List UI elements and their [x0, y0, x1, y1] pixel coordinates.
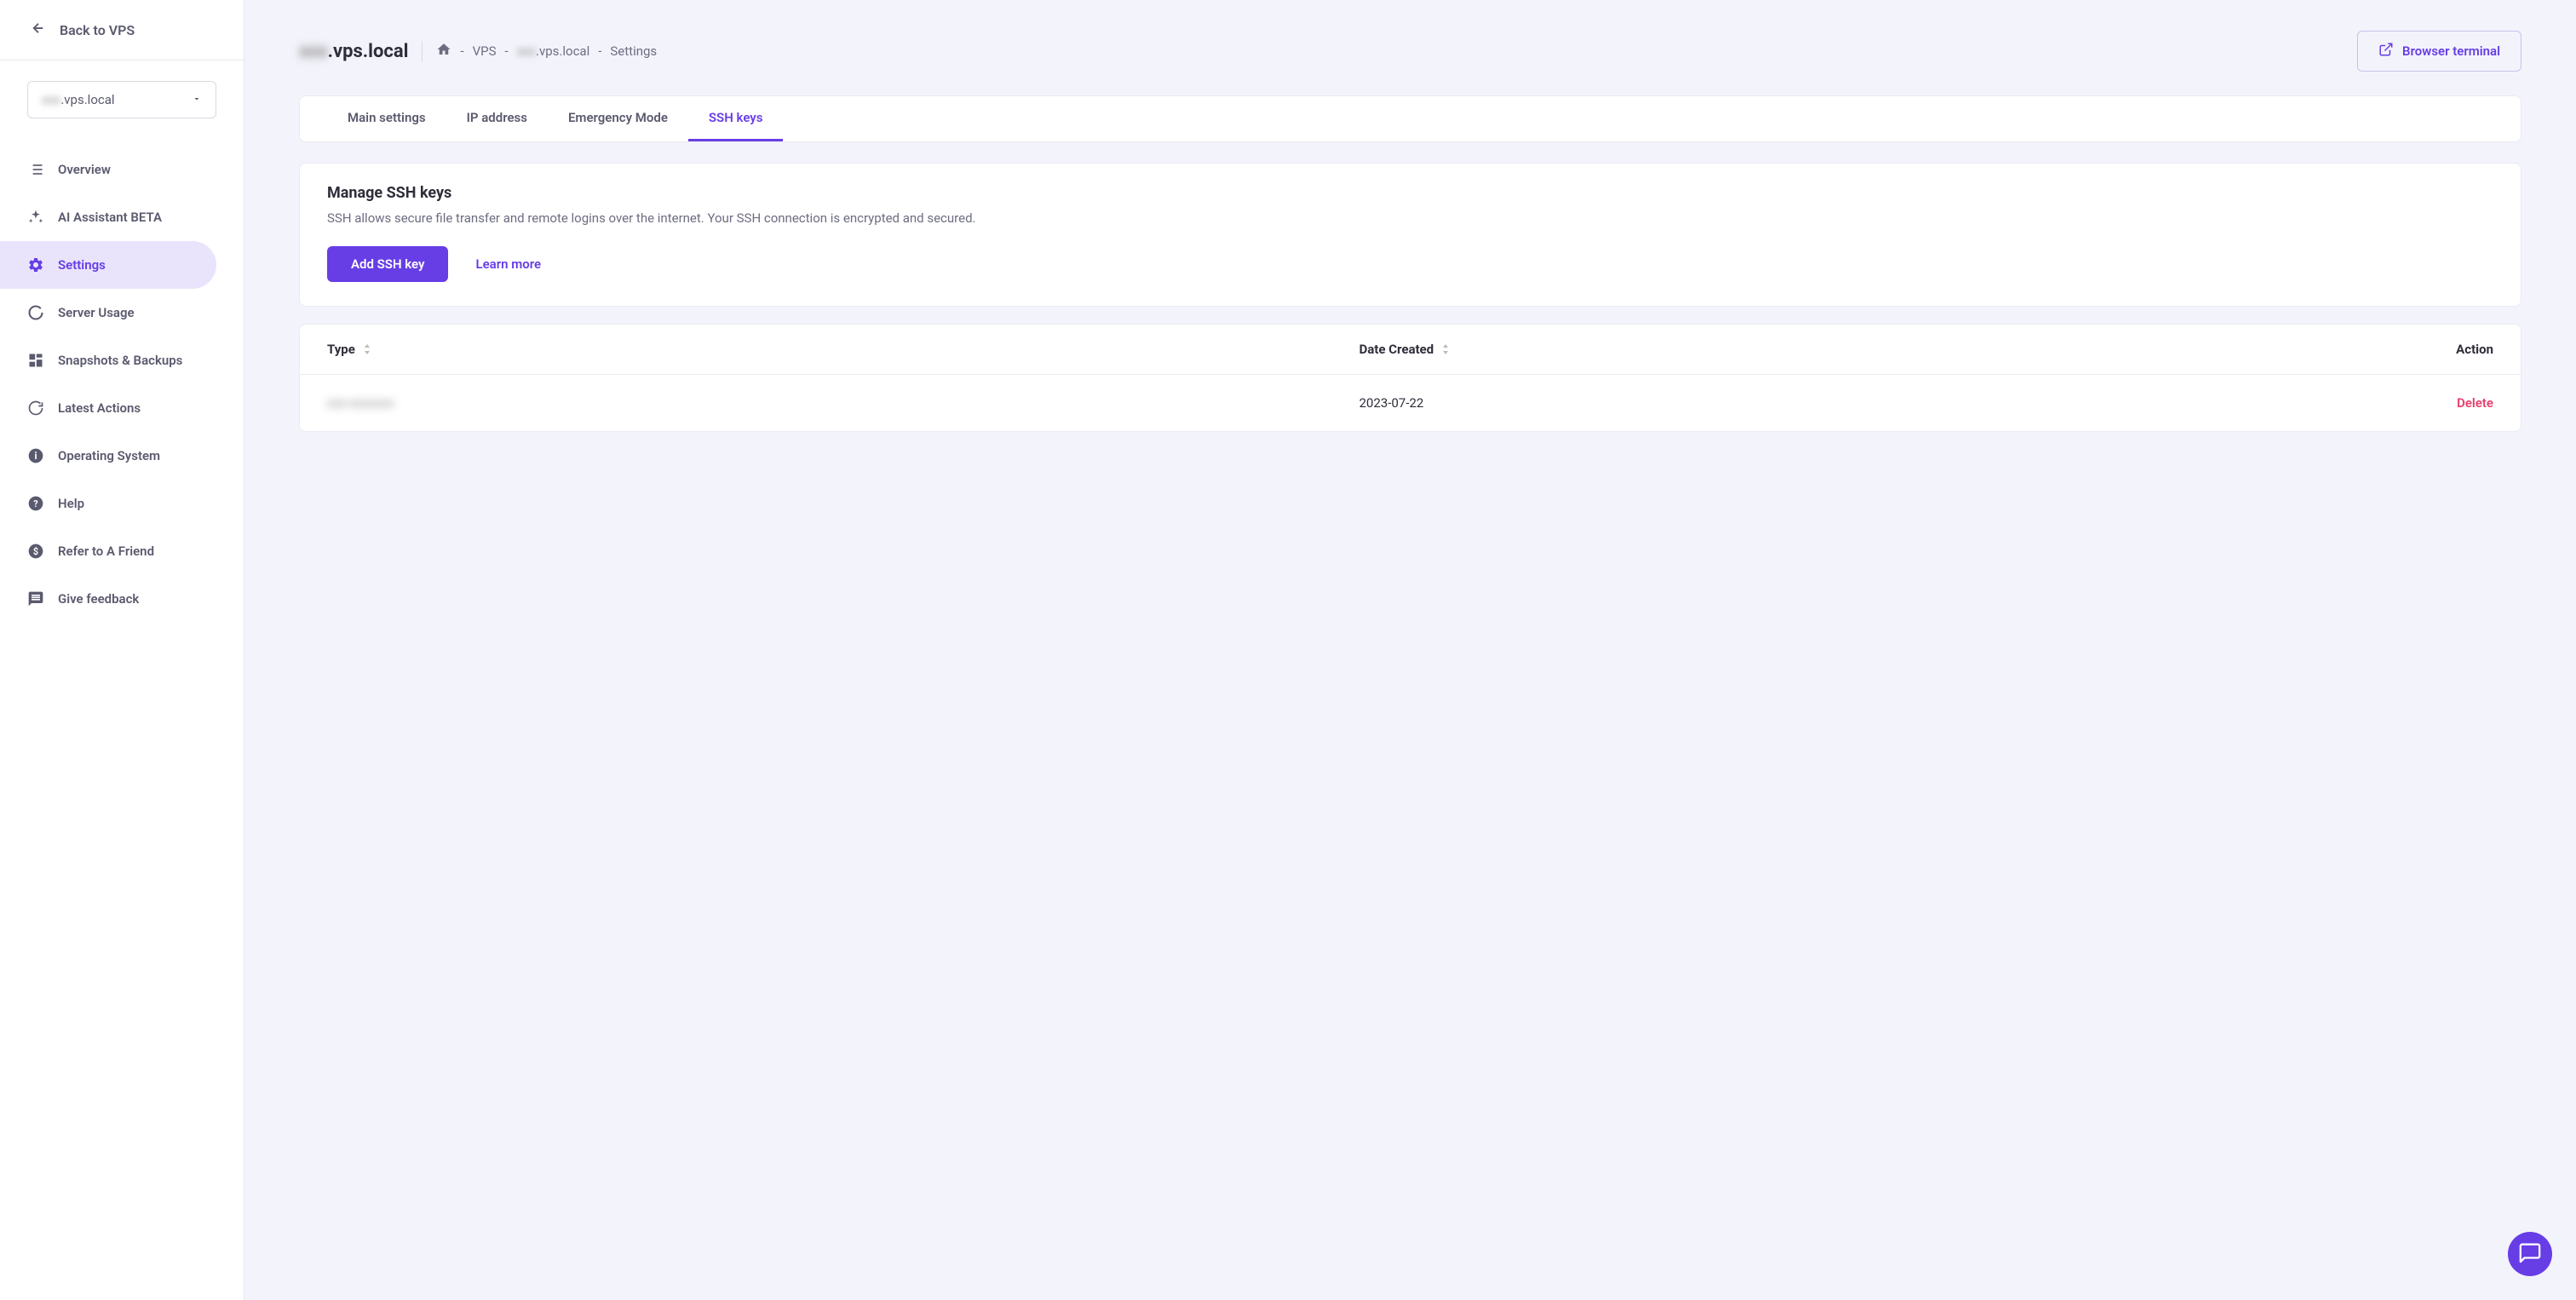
nav-label: Give feedback — [58, 591, 139, 607]
breadcrumb-page: Settings — [610, 43, 657, 59]
manage-ssh-card: Manage SSH keys SSH allows secure file t… — [299, 163, 2521, 307]
manage-actions: Add SSH key Learn more — [327, 246, 2493, 282]
column-header-type[interactable]: Type — [327, 342, 1360, 357]
column-header-date[interactable]: Date Created — [1360, 342, 2392, 357]
header: xxx.vps.local - VPS - xxx.vps.local - Se… — [299, 31, 2521, 72]
nav-label: Overview — [58, 162, 111, 177]
tabs: Main settings IP address Emergency Mode … — [299, 95, 2521, 142]
cell-action: Delete — [2391, 395, 2493, 411]
help-icon: ? — [27, 495, 44, 512]
sort-icon — [1442, 344, 1449, 354]
nav-label: Refer to A Friend — [58, 544, 154, 559]
sidebar-item-overview[interactable]: Overview — [0, 146, 216, 193]
history-icon — [27, 400, 44, 417]
delete-button[interactable]: Delete — [2457, 395, 2493, 411]
sidebar-item-feedback[interactable]: Give feedback — [0, 575, 216, 623]
ssh-keys-table: Type Date Created Action xxx-xxxxxxx 202… — [299, 324, 2521, 432]
list-icon — [27, 161, 44, 178]
table-row: xxx-xxxxxxx 2023-07-22 Delete — [300, 375, 2521, 431]
nav-label: Help — [58, 496, 84, 511]
learn-more-link[interactable]: Learn more — [475, 256, 541, 272]
header-left: xxx.vps.local - VPS - xxx.vps.local - Se… — [299, 41, 657, 62]
svg-text:$: $ — [33, 546, 38, 557]
feedback-icon — [27, 590, 44, 607]
external-link-icon — [2378, 42, 2394, 60]
back-to-vps-link[interactable]: Back to VPS — [0, 0, 244, 60]
sidebar-item-settings[interactable]: Settings — [0, 241, 216, 289]
sidebar-item-operating-system[interactable]: i Operating System — [0, 432, 216, 480]
server-selector-value: xxx.vps.local — [42, 92, 115, 107]
nav-items: Overview AI Assistant BETA Settings Serv… — [0, 139, 244, 630]
nav-label: Snapshots & Backups — [58, 353, 182, 368]
tab-emergency-mode[interactable]: Emergency Mode — [548, 96, 688, 141]
sidebar-item-help[interactable]: ? Help — [0, 480, 216, 527]
sort-icon — [364, 344, 371, 354]
table-header: Type Date Created Action — [300, 325, 2521, 375]
info-icon: i — [27, 447, 44, 464]
cell-date: 2023-07-22 — [1360, 395, 2392, 411]
browser-terminal-button[interactable]: Browser terminal — [2357, 31, 2521, 72]
arrow-left-icon — [31, 20, 46, 39]
usage-icon — [27, 304, 44, 321]
add-ssh-key-button[interactable]: Add SSH key — [327, 246, 448, 282]
nav-label: Server Usage — [58, 305, 135, 320]
breadcrumb-server[interactable]: xxx.vps.local — [517, 43, 590, 59]
sidebar-item-server-usage[interactable]: Server Usage — [0, 289, 216, 337]
gear-icon — [27, 256, 44, 273]
cell-type: xxx-xxxxxxx — [327, 395, 1360, 411]
sparkle-icon — [27, 209, 44, 226]
dollar-icon: $ — [27, 543, 44, 560]
nav-label: Operating System — [58, 448, 160, 463]
chevron-down-icon — [192, 92, 202, 107]
sidebar-item-ai-assistant[interactable]: AI Assistant BETA — [0, 193, 216, 241]
breadcrumb-vps[interactable]: VPS — [473, 43, 497, 59]
page-title: xxx.vps.local — [299, 41, 408, 62]
nav-label: Latest Actions — [58, 400, 141, 416]
chat-fab[interactable] — [2508, 1232, 2552, 1276]
manage-title: Manage SSH keys — [327, 184, 2493, 202]
sidebar-item-latest-actions[interactable]: Latest Actions — [0, 384, 216, 432]
tab-ip-address[interactable]: IP address — [446, 96, 548, 141]
svg-text:i: i — [34, 450, 37, 462]
sidebar-item-snapshots[interactable]: Snapshots & Backups — [0, 337, 216, 384]
sidebar-item-refer[interactable]: $ Refer to A Friend — [0, 527, 216, 575]
breadcrumb: - VPS - xxx.vps.local - Settings — [436, 42, 657, 60]
chat-icon — [2519, 1241, 2541, 1267]
nav-label: AI Assistant BETA — [58, 210, 162, 225]
svg-text:?: ? — [33, 498, 37, 509]
tab-main-settings[interactable]: Main settings — [327, 96, 446, 141]
sidebar: Back to VPS xxx.vps.local Overview AI As… — [0, 0, 244, 1300]
column-header-action: Action — [2391, 342, 2493, 357]
server-selector[interactable]: xxx.vps.local — [27, 81, 216, 118]
manage-description: SSH allows secure file transfer and remo… — [327, 210, 2493, 226]
divider — [422, 41, 423, 61]
main-content: xxx.vps.local - VPS - xxx.vps.local - Se… — [244, 0, 2576, 1300]
nav-label: Settings — [58, 257, 106, 273]
grid-icon — [27, 352, 44, 369]
back-label: Back to VPS — [60, 22, 135, 38]
tab-ssh-keys[interactable]: SSH keys — [688, 96, 784, 141]
home-icon[interactable] — [436, 42, 451, 60]
